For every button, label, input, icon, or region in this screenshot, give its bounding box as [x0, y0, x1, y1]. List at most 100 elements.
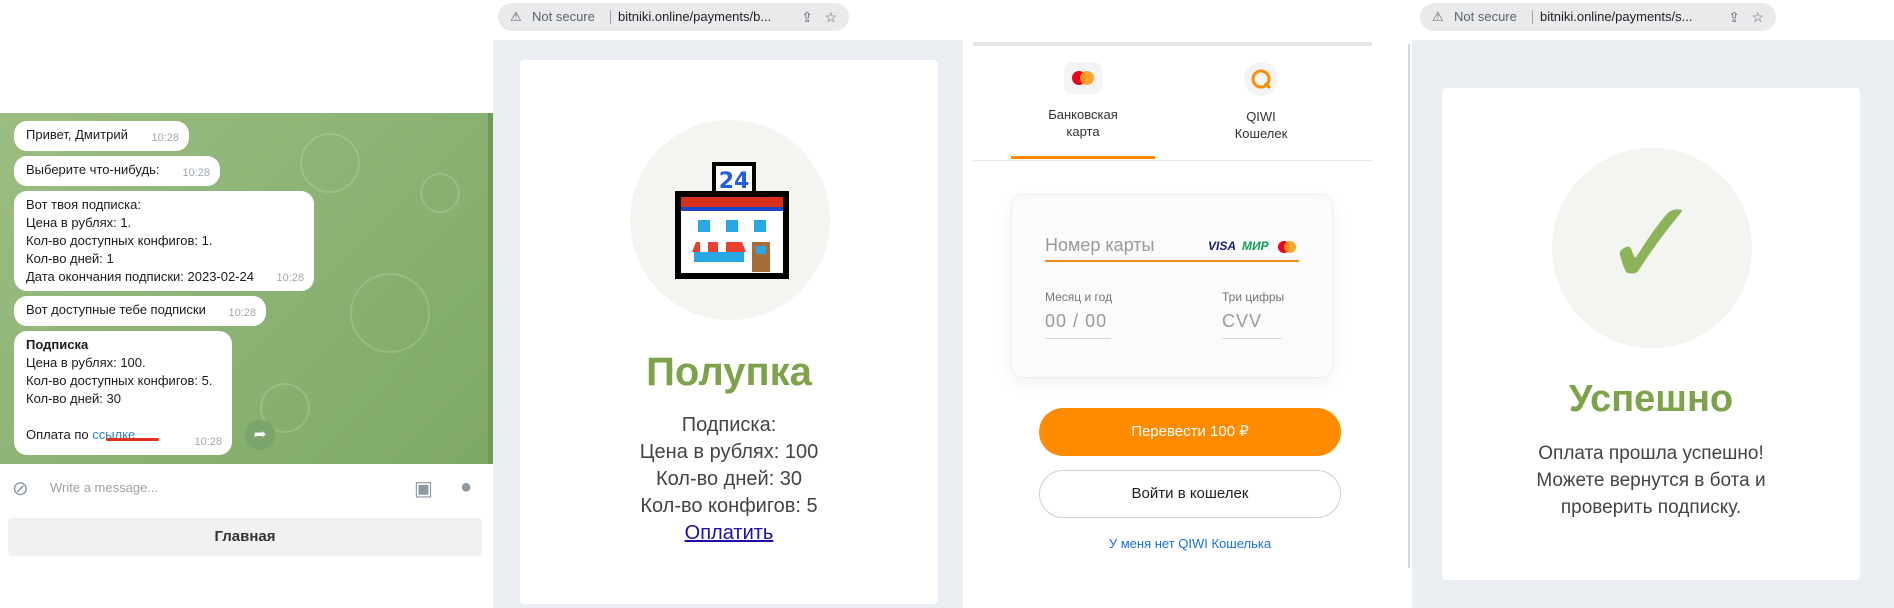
bookmark-star-icon[interactable]: ☆: [824, 3, 837, 31]
bookmark-star-icon[interactable]: ☆: [1751, 3, 1764, 31]
microphone-icon[interactable]: ●: [460, 476, 472, 499]
success-message: Оплата прошла успешно! Можете вернутся в…: [1442, 440, 1860, 521]
message-text: Кол-во дней: 30: [26, 391, 121, 406]
success-panel: ⚠ Not secure bitniki.online/payments/s..…: [1412, 0, 1894, 608]
message-time: 10:28: [194, 436, 222, 448]
wallet-login-button[interactable]: Войти в кошелек: [1039, 470, 1341, 518]
message-input[interactable]: Write a message...: [50, 480, 158, 495]
address-bar[interactable]: ⚠ Not secure bitniki.online/payments/b..…: [498, 3, 849, 31]
message-time: 10:28: [228, 307, 256, 319]
success-card: ✓ Успешно Оплата прошла успешно! Можете …: [1442, 88, 1860, 580]
message-title: Подписка: [26, 337, 89, 352]
card-number-underline: [1045, 260, 1299, 262]
cvv-input[interactable]: CVV: [1222, 311, 1262, 332]
divider: [610, 10, 611, 24]
not-secure-label: Not secure: [532, 9, 595, 24]
tab-label: QIWI: [1246, 109, 1276, 124]
message-text: Цена в рублях: 100.: [26, 355, 146, 370]
message-text: Вот доступные тебе подписки: [26, 302, 206, 317]
tab-qiwi-wallet[interactable]: QIWI Кошелек: [1171, 62, 1351, 142]
checkmark-icon: ✓: [1601, 177, 1703, 311]
qiwi-icon: [1244, 62, 1278, 96]
cvv-label: Три цифры: [1222, 290, 1285, 304]
detail-line: Цена в рублях: 100: [639, 441, 819, 463]
url-text[interactable]: bitniki.online/payments/b...: [618, 3, 771, 31]
message-line: Можете вернутся в бота и: [1536, 470, 1766, 491]
mir-logo: МИР: [1242, 239, 1269, 253]
success-title: Успешно: [1568, 378, 1734, 420]
shop-sign-number: 24: [719, 169, 750, 194]
chat-doodle: [420, 173, 460, 213]
chat-doodle: [350, 273, 430, 353]
card-brands: VISA МИР: [1208, 239, 1298, 254]
address-bar[interactable]: ⚠ Not secure bitniki.online/payments/s..…: [1420, 3, 1776, 31]
expiry-input[interactable]: 00 / 00: [1045, 311, 1107, 332]
message-text: Кол-во доступных конфигов: 5.: [26, 373, 213, 388]
message-text: Вот твоя подписка:: [26, 197, 141, 212]
message-bubble: Вот твоя подписка: Цена в рублях: 1. Кол…: [14, 191, 314, 291]
share-icon[interactable]: ⇪: [1728, 3, 1740, 31]
card-form: Номер карты VISA МИР Месяц и год 00 / 00 …: [1011, 194, 1333, 378]
top-border: [973, 42, 1372, 46]
visa-logo: VISA: [1208, 239, 1237, 253]
detail-line: Подписка:: [681, 414, 777, 436]
divider: [1532, 10, 1533, 24]
expiry-year: 00: [1085, 311, 1108, 331]
tabs-divider: [973, 160, 1372, 161]
share-icon[interactable]: ⇪: [801, 3, 813, 31]
telegram-panel: Привет, Дмитрий 10:28 Выберите что-нибуд…: [0, 0, 493, 608]
url-text[interactable]: bitniki.online/payments/s...: [1540, 3, 1692, 31]
mastercard-logo-icon: [1278, 240, 1296, 253]
shop-store-icon: 24: [675, 162, 789, 279]
payment-prefix: Оплата по: [26, 427, 89, 442]
forward-icon: ➦: [253, 426, 267, 443]
success-icon-circle: ✓: [1552, 148, 1752, 348]
warning-icon: ⚠: [1432, 9, 1444, 24]
message-text: Выберите что-нибудь:: [26, 162, 160, 177]
forward-button[interactable]: ➦: [245, 420, 275, 450]
mastercard-icon: [1064, 62, 1102, 94]
detail-line: Кол-во конфигов: 5: [640, 495, 818, 517]
expiry-month: 00: [1045, 311, 1068, 331]
message-time: 10:28: [151, 132, 179, 144]
message-bubble: Вот доступные тебе подписки 10:28: [14, 296, 266, 326]
message-bubble: Привет, Дмитрий 10:28: [14, 121, 189, 151]
message-bubble: Выберите что-нибудь: 10:28: [14, 156, 220, 186]
pay-link[interactable]: Оплатить: [520, 520, 938, 547]
expiry-label: Месяц и год: [1045, 290, 1113, 304]
tab-label: Кошелек: [1234, 126, 1288, 141]
panel-border: [1408, 44, 1410, 568]
message-time: 10:28: [182, 167, 210, 179]
bot-keyboard-icon[interactable]: ▣: [414, 476, 433, 501]
message-bubble: Подписка Цена в рублях: 100. Кол-во дост…: [14, 331, 232, 455]
card-number-input[interactable]: Номер карты: [1045, 235, 1155, 256]
transfer-button[interactable]: Перевести 100 ₽: [1039, 408, 1341, 456]
expiry-separator: /: [1073, 311, 1080, 331]
chat-doodle: [300, 133, 360, 193]
attach-icon[interactable]: ⊘: [12, 476, 29, 501]
detail-line: Кол-во дней: 30: [655, 468, 803, 490]
home-keyboard-button[interactable]: Главная: [8, 518, 482, 556]
active-tab-indicator: [1011, 156, 1155, 159]
tab-bank-card[interactable]: Банковская карта: [993, 62, 1173, 140]
expiry-underline: [1045, 338, 1111, 339]
message-input-bar: ⊘ Write a message... ▣ ●: [0, 464, 493, 512]
link-highlight-underline: [106, 438, 159, 441]
message-text: Кол-во дней: 1: [26, 251, 114, 266]
not-secure-label: Not secure: [1454, 9, 1517, 24]
tab-label: карта: [1066, 124, 1100, 139]
payment-line: Оплата по ссылке: [26, 426, 220, 444]
warning-icon: ⚠: [510, 9, 522, 24]
no-wallet-link[interactable]: У меня нет QIWI Кошелька: [963, 536, 1412, 551]
message-text: Дата окончания подписки: 2023-02-24: [26, 269, 255, 284]
subscription-details: Подписка: Цена в рублях: 100 Кол-во дней…: [520, 412, 938, 547]
shop-panel: ⚠ Not secure bitniki.online/payments/b..…: [493, 0, 963, 608]
message-text: Цена в рублях: 1.: [26, 215, 132, 230]
chat-area: Привет, Дмитрий 10:28 Выберите что-нибуд…: [0, 113, 493, 464]
message-line: Оплата прошла успешно!: [1538, 443, 1764, 464]
message-text: Кол-во доступных конфигов: 1.: [26, 233, 213, 248]
shop-card: 24 Полупка Подписка: Цена в рублях: 100 …: [520, 60, 938, 604]
message-time: 10:28: [276, 272, 304, 284]
qiwi-payment-panel: Банковская карта QIWI Кошелек Номер карт…: [963, 0, 1412, 608]
